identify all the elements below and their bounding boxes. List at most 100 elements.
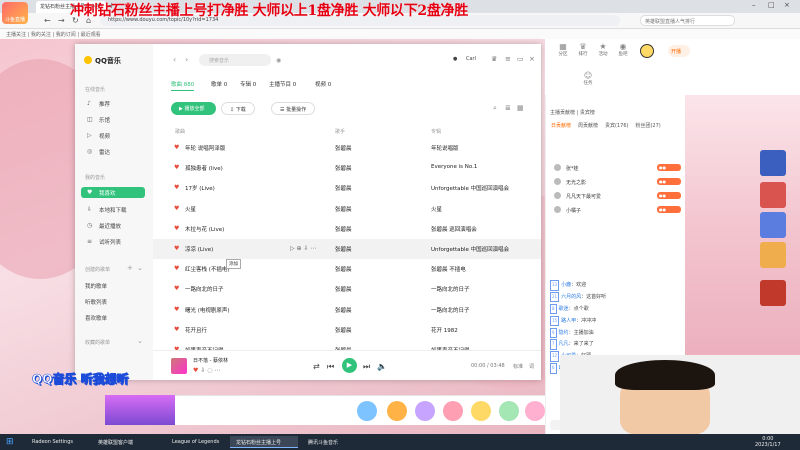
previous-icon[interactable]: ⏮ — [327, 362, 334, 372]
menu-icon[interactable]: ≡ — [505, 55, 511, 63]
table-row[interactable]: ♥ 凉凉 (Live) ▷ ⊕ ⇩ ⋯ 张碧晨 Unforgettable 中国巡回演唱… — [153, 238, 541, 260]
list-view-icon[interactable]: ≣ — [505, 104, 511, 112]
sidebar-item-list[interactable]: ≡ 试听列表 — [81, 236, 145, 247]
chat-username[interactable]: 路人甲 — [561, 318, 576, 324]
category-icon[interactable]: ▦ 分区 — [555, 42, 571, 57]
table-row[interactable]: ♥ 红尘客栈 (不插电) 张碧晨 张碧晨 不插电 — [153, 259, 541, 279]
heart-icon[interactable]: ♥ — [174, 326, 179, 333]
gift-item[interactable] — [443, 401, 463, 421]
song-title[interactable]: 17岁 (Live) — [185, 184, 260, 192]
taskbar-app[interactable]: 腾讯斗鱼音乐 — [302, 436, 362, 448]
event-badge[interactable] — [760, 182, 786, 208]
event-badge[interactable] — [760, 150, 786, 176]
song-artist[interactable]: 张碧晨 — [335, 285, 405, 293]
tab-playlists[interactable]: 歌单 0 — [211, 80, 227, 88]
avatar[interactable] — [640, 44, 654, 58]
heart-icon[interactable]: ♥ — [174, 144, 179, 151]
gift-item[interactable] — [471, 401, 491, 421]
sidebar-item-video[interactable]: ▷ 视频 — [81, 130, 145, 141]
add-playlist-icon[interactable]: + — [127, 264, 133, 272]
table-row[interactable]: ♥ 木拉与花 (Live) 张碧晨 张碧晨 巡回演唱会 — [153, 219, 541, 239]
song-title[interactable]: 曙光 (电视剧原声) — [185, 306, 260, 314]
sidebar-item-recommend[interactable]: ♪ 推荐 — [81, 98, 145, 109]
download-button[interactable]: ⇩ 下载 — [221, 102, 255, 115]
back-icon[interactable]: ‹ — [173, 55, 176, 64]
volume-icon[interactable]: 🔈 — [377, 362, 387, 371]
heart-icon[interactable]: ♥ — [193, 367, 198, 374]
browser-search-field[interactable]: 英雄联盟直播人气排行 — [640, 15, 735, 26]
close-window-icon[interactable]: × — [784, 1, 790, 9]
download-icon[interactable]: ⇩ — [200, 367, 205, 374]
table-row[interactable]: ♥ 花开且行 张碧晨 花开 1982 — [153, 320, 541, 340]
tab-albums[interactable]: 专辑 0 — [240, 80, 256, 88]
table-row[interactable]: ♥ 孤独患者 (live) 张碧晨 Everyone is No.1 — [153, 158, 541, 178]
next-icon[interactable]: ⏭ — [363, 362, 370, 372]
play-all-button[interactable]: ▶ 播放全部 — [171, 102, 216, 115]
tab-videos[interactable]: 视频 0 — [315, 80, 331, 88]
song-artist[interactable]: 张碧晨 — [335, 184, 405, 192]
sidebar-item-hall[interactable]: ◫ 乐馆 — [81, 114, 145, 125]
song-album[interactable]: 张碧晨 巡回演唱会 — [431, 225, 521, 233]
clock[interactable]: 0:00 2023/1/17 — [755, 436, 781, 448]
tab-vip[interactable]: 贵宾(176) — [605, 123, 628, 129]
rank-row[interactable]: 张*娃 ●● — [554, 163, 684, 175]
song-artist[interactable]: 张碧晨 — [335, 144, 405, 152]
gift-item[interactable] — [357, 401, 377, 421]
heart-icon[interactable]: ♥ — [174, 184, 179, 191]
song-title[interactable]: 木拉与花 (Live) — [185, 225, 260, 233]
song-artist[interactable]: 张碧晨 — [335, 265, 405, 273]
gift-promo[interactable] — [105, 395, 175, 425]
song-title[interactable]: 花开且行 — [185, 326, 260, 334]
close-icon[interactable]: × — [529, 55, 535, 63]
playlist-item[interactable]: 听歌列表 — [81, 296, 145, 307]
rank-row[interactable]: 无光之影 ●● — [554, 177, 684, 189]
table-row[interactable]: ♥ 17岁 (Live) 张碧晨 Unforgettable 中国巡回演唱会 — [153, 178, 541, 198]
heart-icon[interactable]: ♥ — [174, 245, 179, 252]
tab-fans[interactable]: 粉丝团(27) — [635, 123, 660, 129]
playlist-item[interactable]: 喜欢歌单 — [81, 312, 145, 323]
heart-icon[interactable]: ♥ — [174, 164, 179, 171]
open-stream-button[interactable]: 开播 — [668, 45, 690, 57]
song-artist[interactable]: 张碧晨 — [335, 306, 405, 314]
username[interactable]: Carl — [466, 56, 476, 62]
event-badge[interactable] — [760, 212, 786, 238]
forward-icon[interactable]: › — [185, 55, 188, 64]
event-badge[interactable] — [760, 242, 786, 268]
sidebar-item-radar[interactable]: ◎ 雷达 — [81, 146, 145, 157]
windows-start-icon[interactable]: ⊞ — [6, 437, 16, 447]
chat-username[interactable]: 小鹿 — [561, 282, 571, 288]
batch-button[interactable]: ☰ 批量操作 — [271, 102, 316, 115]
sidebar-item-download[interactable]: ⇩ 本地和下载 — [81, 204, 145, 215]
chevron-down-icon[interactable]: ⌄ — [137, 264, 143, 272]
chat-username[interactable]: 六月的风 — [561, 294, 581, 300]
song-album[interactable]: 年轮说唱版 — [431, 144, 521, 152]
heart-icon[interactable]: ♥ — [174, 205, 179, 212]
quality-badge[interactable]: 标准 — [513, 363, 523, 370]
search-input[interactable]: 搜索音乐 — [199, 54, 271, 66]
chat-username[interactable]: 凡凡 — [559, 341, 569, 347]
maximize-icon[interactable]: □ — [768, 1, 775, 9]
gift-item[interactable] — [387, 401, 407, 421]
gift-item[interactable] — [415, 401, 435, 421]
sidebar-item-liked[interactable]: ♥ 我喜欢 — [81, 187, 145, 198]
minimize-icon[interactable]: – — [752, 1, 756, 9]
table-row[interactable]: ♥ 一路向北的日子 张碧晨 一路向北的日子 — [153, 279, 541, 299]
more-icon[interactable]: ⋯ — [214, 367, 220, 374]
song-album[interactable]: Unforgettable 中国巡回演唱会 — [431, 245, 521, 253]
mic-icon[interactable]: ◉ — [276, 57, 281, 64]
song-title[interactable]: 孤独患者 (live) — [185, 164, 260, 172]
forward-icon[interactable]: → — [58, 16, 65, 25]
table-row[interactable]: ♥ 火星 张碧晨 火星 — [153, 199, 541, 219]
song-title[interactable]: 凉凉 (Live) — [185, 245, 260, 253]
skin-icon[interactable]: ♛ — [491, 55, 497, 63]
taskbar-app[interactable]: Radeon Settings — [26, 436, 88, 448]
song-album[interactable]: Unforgettable 中国巡回演唱会 — [431, 184, 521, 192]
comment-icon[interactable]: ◌ — [207, 367, 212, 374]
chat-username[interactable]: 隐约 — [559, 330, 569, 336]
chevron-down-icon[interactable]: ⌄ — [137, 337, 143, 345]
song-album[interactable]: 火星 — [431, 205, 521, 213]
gift-item[interactable] — [525, 401, 545, 421]
heart-icon[interactable]: ♥ — [174, 285, 179, 292]
rank-row[interactable]: 小橘子 ●● — [554, 205, 684, 217]
back-icon[interactable]: ← — [44, 16, 51, 25]
